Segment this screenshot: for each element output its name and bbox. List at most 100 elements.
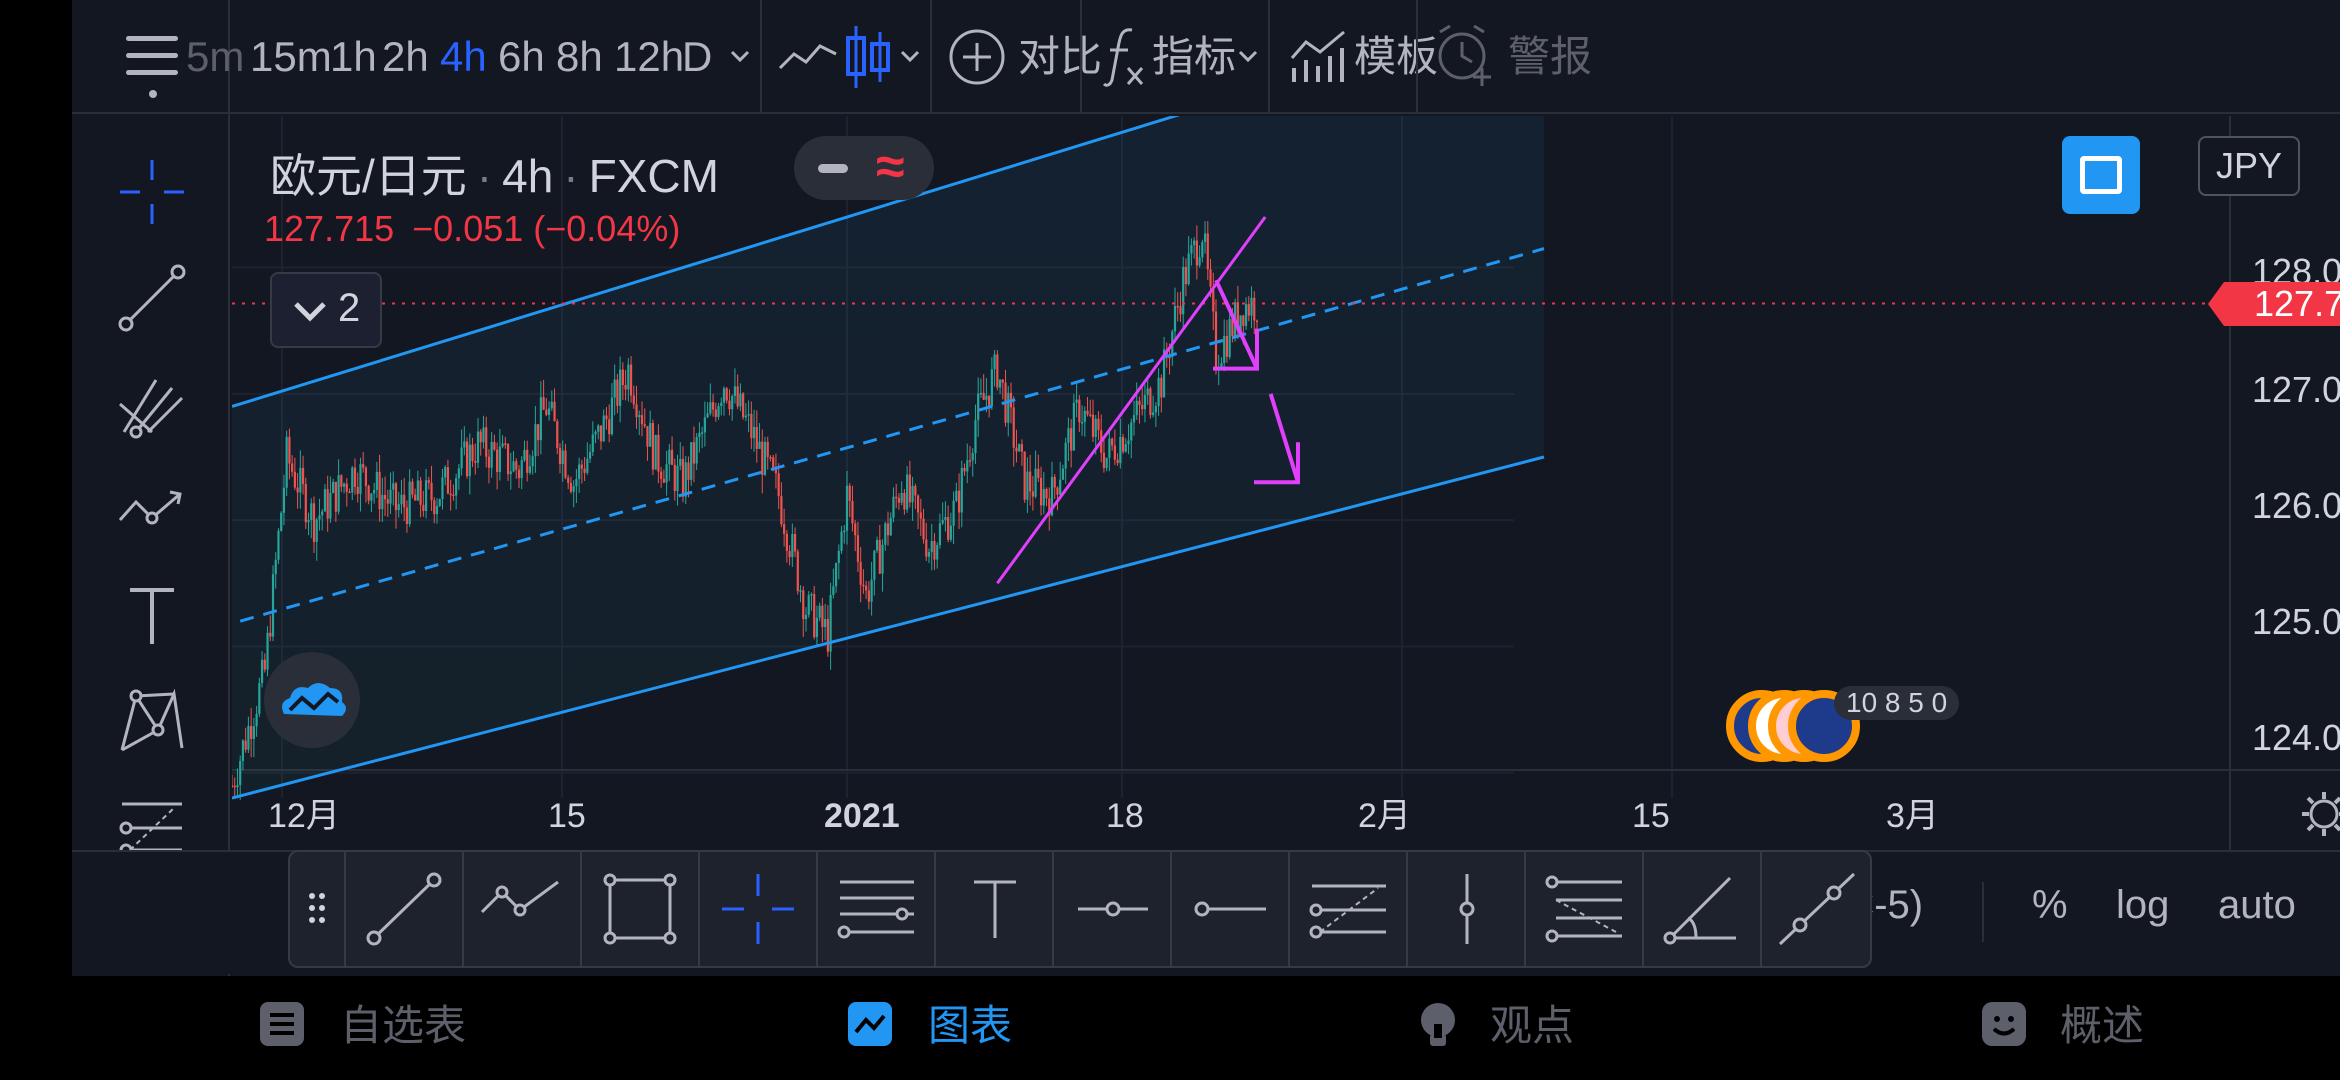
symbol-legend[interactable]: 欧元/日元 · 4h · FXCM bbox=[270, 140, 719, 206]
candle-body bbox=[867, 590, 870, 602]
crosshair-icon[interactable] bbox=[116, 156, 188, 228]
indicator-collapse-button[interactable]: 2 bbox=[270, 272, 382, 348]
candle-body bbox=[1080, 422, 1084, 424]
draw-horizontal-ray[interactable] bbox=[1052, 852, 1170, 966]
legend-toggle[interactable]: ≈ bbox=[794, 136, 934, 200]
candle-body bbox=[408, 481, 411, 524]
timeframe-1h[interactable]: 1h bbox=[330, 30, 377, 84]
gear-icon[interactable] bbox=[2298, 788, 2340, 840]
timeframe-dropdown-icon[interactable] bbox=[728, 44, 752, 68]
alerts-button[interactable]: 警报 bbox=[1508, 30, 1592, 84]
draw-rectangle[interactable] bbox=[580, 852, 698, 966]
indicators-button[interactable]: 指标 bbox=[1152, 30, 1236, 84]
candle-body bbox=[1146, 388, 1149, 396]
candle-body bbox=[725, 388, 728, 401]
candle-body bbox=[487, 456, 491, 468]
candle-body bbox=[709, 402, 712, 414]
percent-toggle[interactable]: % bbox=[2032, 880, 2068, 930]
timeframe-12h[interactable]: 12h bbox=[614, 30, 684, 84]
candle-body bbox=[878, 539, 881, 574]
candle-body bbox=[337, 475, 340, 512]
candle-body bbox=[1187, 253, 1190, 285]
candle-body bbox=[247, 725, 250, 750]
candle-body bbox=[364, 467, 368, 486]
candle-body bbox=[1116, 459, 1119, 464]
candle-body bbox=[711, 402, 715, 410]
candle-body bbox=[859, 561, 862, 585]
indicators-fx-icon[interactable] bbox=[1102, 24, 1146, 90]
candle-body bbox=[479, 431, 482, 443]
draw-fib-channel[interactable] bbox=[1524, 852, 1642, 966]
draw-crosshair[interactable] bbox=[698, 852, 816, 966]
alarm-clock-icon[interactable] bbox=[1434, 24, 1496, 88]
log-toggle[interactable]: log bbox=[2116, 880, 2169, 930]
candle-body bbox=[597, 425, 600, 432]
candle-body bbox=[769, 456, 772, 459]
candle-body bbox=[1102, 452, 1106, 469]
compare-button[interactable]: 对比 bbox=[1018, 30, 1102, 84]
candle-body bbox=[312, 503, 316, 542]
candle-body bbox=[692, 442, 696, 464]
draw-fib-retracement[interactable] bbox=[1288, 852, 1406, 966]
timeframe-2h[interactable]: 2h bbox=[382, 30, 429, 84]
candle-body bbox=[1149, 388, 1152, 416]
draw-ray[interactable] bbox=[1170, 852, 1288, 966]
path-tool-icon[interactable] bbox=[116, 474, 188, 546]
candle-body bbox=[321, 511, 324, 516]
candle-body bbox=[780, 496, 783, 525]
trend-line-icon[interactable] bbox=[116, 262, 188, 334]
candle-body bbox=[435, 505, 439, 515]
candle-body bbox=[323, 489, 327, 512]
tradingview-logo[interactable] bbox=[264, 652, 360, 748]
line-chart-icon[interactable] bbox=[778, 34, 838, 78]
candle-body bbox=[949, 525, 952, 540]
nav-watchlist[interactable]: 自选表 bbox=[258, 998, 466, 1054]
candle-body bbox=[673, 464, 676, 492]
candle-body bbox=[1201, 242, 1204, 258]
nav-ideas[interactable]: 观点 bbox=[1414, 998, 1594, 1054]
candle-body bbox=[1023, 451, 1026, 500]
trend-angle-icon bbox=[1663, 876, 1736, 945]
timeframe-6h[interactable]: 6h bbox=[498, 30, 545, 84]
timeframe-15m[interactable]: 15m bbox=[250, 30, 332, 84]
draw-path[interactable] bbox=[462, 852, 580, 966]
text-tool-icon[interactable] bbox=[116, 580, 188, 652]
add-compare-icon[interactable] bbox=[948, 28, 1006, 86]
timeframe-d[interactable]: D bbox=[682, 30, 712, 84]
candle-body bbox=[933, 541, 936, 560]
candle-body bbox=[299, 467, 302, 493]
nav-chart[interactable]: 图表 bbox=[846, 998, 1026, 1054]
auto-toggle[interactable]: auto bbox=[2218, 880, 2296, 930]
candle-body bbox=[1193, 240, 1196, 246]
events-count-badge: 10 8 5 0 bbox=[1834, 686, 1960, 720]
draw-extended-line[interactable] bbox=[1760, 852, 1870, 966]
pitchfork-icon[interactable] bbox=[116, 368, 188, 440]
indicators-dropdown-icon[interactable] bbox=[1236, 44, 1260, 68]
draw-parallel-channel[interactable] bbox=[816, 852, 934, 966]
candle-body bbox=[367, 485, 370, 501]
candle-body bbox=[613, 379, 616, 398]
candle-body bbox=[1157, 377, 1160, 407]
candle-body bbox=[952, 500, 955, 526]
time-tick: 3月 bbox=[1886, 797, 1939, 835]
drag-handle-icon[interactable] bbox=[308, 892, 328, 928]
candle-body bbox=[1075, 399, 1078, 403]
candlestick-chart-icon[interactable] bbox=[842, 22, 892, 92]
timeframe-8h[interactable]: 8h bbox=[556, 30, 603, 84]
nav-overview[interactable]: 概述 bbox=[1980, 998, 2160, 1054]
draw-vertical-line[interactable] bbox=[1406, 852, 1524, 966]
timeframe-4h[interactable]: 4h bbox=[440, 30, 487, 84]
draw-trend-line[interactable] bbox=[344, 852, 462, 966]
fullscreen-button[interactable] bbox=[2062, 136, 2140, 214]
pattern-tool-icon[interactable] bbox=[116, 686, 188, 758]
candle-body bbox=[269, 632, 272, 637]
nav-label: 图表 bbox=[928, 1002, 1013, 1049]
chart-type-dropdown-icon[interactable] bbox=[898, 44, 922, 68]
draw-trend-angle[interactable] bbox=[1642, 852, 1760, 966]
candle-body bbox=[733, 386, 737, 396]
templates-icon[interactable] bbox=[1288, 28, 1348, 84]
draw-text[interactable] bbox=[934, 852, 1052, 966]
templates-button[interactable]: 模板 bbox=[1354, 30, 1438, 84]
candle-body bbox=[1124, 444, 1127, 452]
timeframe-5m[interactable]: 5m bbox=[186, 30, 244, 84]
